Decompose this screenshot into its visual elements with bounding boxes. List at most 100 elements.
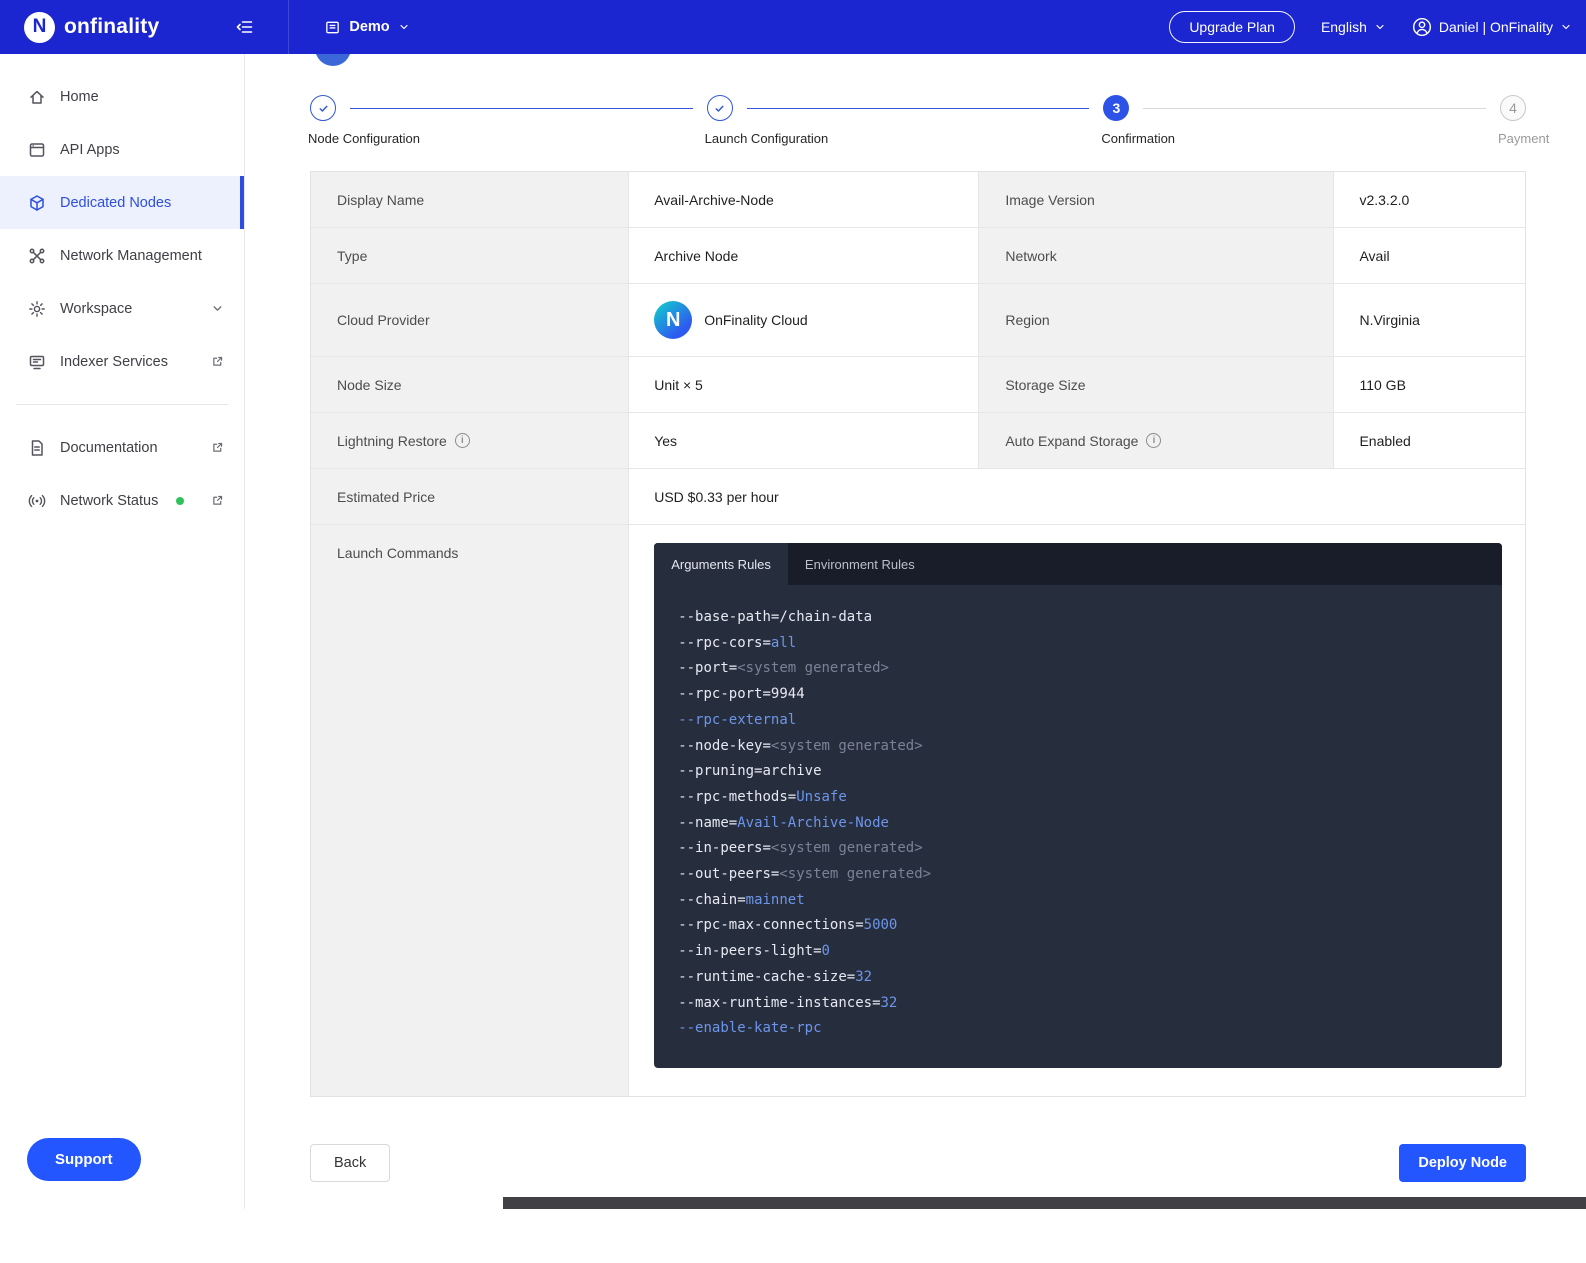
sidebar-item-api-apps[interactable]: API Apps [0, 123, 244, 176]
sidebar-item-dedicated-nodes[interactable]: Dedicated Nodes [0, 176, 244, 229]
command-line: --node-key=<system generated> [678, 734, 1482, 760]
document-icon [28, 439, 46, 457]
external-link-icon [211, 441, 224, 454]
auto-expand-storage-value: Enabled [1333, 413, 1525, 469]
brand-logo[interactable]: N onfinality [0, 12, 159, 43]
field-label: Network [978, 228, 1333, 284]
workspace-icon [324, 19, 341, 36]
back-button[interactable]: Back [310, 1144, 390, 1182]
command-line: --in-peers=<system generated> [678, 836, 1482, 862]
step-connector [1143, 108, 1486, 109]
workspace-name: Demo [349, 19, 389, 35]
network-status-icon [28, 492, 46, 510]
command-line: --runtime-cache-size=32 [678, 965, 1482, 991]
brand-wordmark: onfinality [64, 15, 159, 39]
navbar-divider [288, 0, 289, 54]
type-value: Archive Node [628, 228, 978, 284]
command-line: --chain=mainnet [678, 888, 1482, 914]
display-name-value: Avail-Archive-Node [628, 172, 978, 228]
upgrade-plan-button[interactable]: Upgrade Plan [1169, 11, 1295, 43]
deploy-node-button[interactable]: Deploy Node [1399, 1144, 1526, 1182]
sidebar-item-label: Home [60, 89, 99, 105]
field-label-text: Auto Expand Storage [1005, 433, 1138, 449]
wizard-stepper: Node Configuration Launch Configuration … [310, 95, 1526, 121]
network-value: Avail [1333, 228, 1525, 284]
sidebar-item-network-status[interactable]: Network Status [0, 474, 244, 527]
indexer-services-icon [28, 353, 46, 371]
sidebar-item-label: Network Status [60, 493, 158, 509]
cloud-provider-value: N OnFinality Cloud [628, 284, 978, 357]
workspace-selector[interactable]: Demo [324, 19, 409, 36]
sidebar-item-indexer-services[interactable]: Indexer Services [0, 335, 244, 388]
wizard-actions: Back Deploy Node [310, 1144, 1526, 1182]
command-line: --rpc-port=9944 [678, 682, 1482, 708]
command-line: --pruning=archive [678, 759, 1482, 785]
node-size-value: Unit × 5 [628, 357, 978, 413]
home-icon [28, 88, 46, 106]
sidebar-item-documentation[interactable]: Documentation [0, 421, 244, 474]
launch-commands-cell: Arguments Rules Environment Rules --base… [628, 525, 1525, 1096]
chevron-down-icon [1374, 21, 1386, 33]
sidebar-item-workspace[interactable]: Workspace [0, 282, 244, 335]
chevron-down-icon [398, 21, 410, 33]
brand-logo-icon: N [24, 12, 55, 43]
user-avatar-icon [1412, 17, 1432, 37]
estimated-price-value: USD $0.33 per hour [628, 469, 1525, 525]
field-label: Estimated Price [311, 469, 628, 525]
gear-icon [28, 300, 46, 318]
external-link-icon [211, 494, 224, 507]
status-ok-dot [176, 497, 184, 505]
api-apps-icon [28, 141, 46, 159]
step-payment: 4 Payment [1500, 95, 1526, 121]
field-label: Display Name [311, 172, 628, 228]
step-node-configuration: Node Configuration [310, 95, 336, 121]
sidebar-item-network-management[interactable]: Network Management [0, 229, 244, 282]
chevron-down-icon [211, 302, 224, 315]
field-label: Region [978, 284, 1333, 357]
command-line: --out-peers=<system generated> [678, 862, 1482, 888]
user-menu[interactable]: Daniel | OnFinality [1412, 17, 1572, 37]
tab-arguments-rules[interactable]: Arguments Rules [654, 543, 788, 585]
info-icon[interactable]: i [455, 433, 470, 448]
sidebar-item-label: Indexer Services [60, 354, 168, 370]
launch-commands-code-block: Arguments Rules Environment Rules --base… [654, 543, 1502, 1068]
step-connector [747, 108, 1090, 109]
cloud-provider-name: OnFinality Cloud [704, 312, 808, 328]
storage-size-value: 110 GB [1333, 357, 1525, 413]
dedicated-nodes-icon [28, 194, 46, 212]
command-line: --rpc-max-connections=5000 [678, 913, 1482, 939]
network-management-icon [28, 247, 46, 265]
tab-environment-rules[interactable]: Environment Rules [788, 543, 932, 585]
step-label: Launch Configuration [705, 131, 829, 146]
info-icon[interactable]: i [1146, 433, 1161, 448]
arguments-rules-code: --base-path=/chain-data--rpc-cors=all--p… [654, 585, 1502, 1068]
field-label: Storage Size [978, 357, 1333, 413]
confirmation-summary-table: Display Name Avail-Archive-Node Image Ve… [310, 171, 1526, 1097]
sidebar-item-home[interactable]: Home [0, 70, 244, 123]
step-number: 3 [1103, 95, 1129, 121]
external-link-icon [211, 355, 224, 368]
command-line: --max-runtime-instances=32 [678, 991, 1482, 1017]
step-done-check-icon [707, 95, 733, 121]
field-label-text: Lightning Restore [337, 433, 447, 449]
sidebar: Home API Apps Dedicated Nodes Network Ma… [0, 54, 245, 1209]
sidebar-item-label: Dedicated Nodes [60, 195, 171, 211]
region-value: N.Virginia [1333, 284, 1525, 357]
command-line: --rpc-external [678, 708, 1482, 734]
sidebar-collapse-icon[interactable] [235, 18, 254, 36]
language-selector[interactable]: English [1321, 19, 1386, 35]
support-button[interactable]: Support [27, 1138, 141, 1181]
image-version-value: v2.3.2.0 [1333, 172, 1525, 228]
top-navbar: N onfinality Demo Upgrade Plan English [0, 0, 1586, 54]
step-label: Node Configuration [308, 131, 420, 146]
onfinality-cloud-logo: N [654, 301, 692, 339]
sidebar-item-label: Documentation [60, 440, 158, 456]
sidebar-item-label: API Apps [60, 142, 120, 158]
sidebar-item-label: Workspace [60, 301, 132, 317]
main-content: Node Configuration Launch Configuration … [245, 54, 1586, 1182]
command-line: --name=Avail-Archive-Node [678, 811, 1482, 837]
bottom-bar-partial [503, 1197, 1586, 1209]
chevron-down-icon [1560, 21, 1572, 33]
network-logo-partial [315, 54, 351, 66]
step-confirmation: 3 Confirmation [1103, 95, 1129, 121]
